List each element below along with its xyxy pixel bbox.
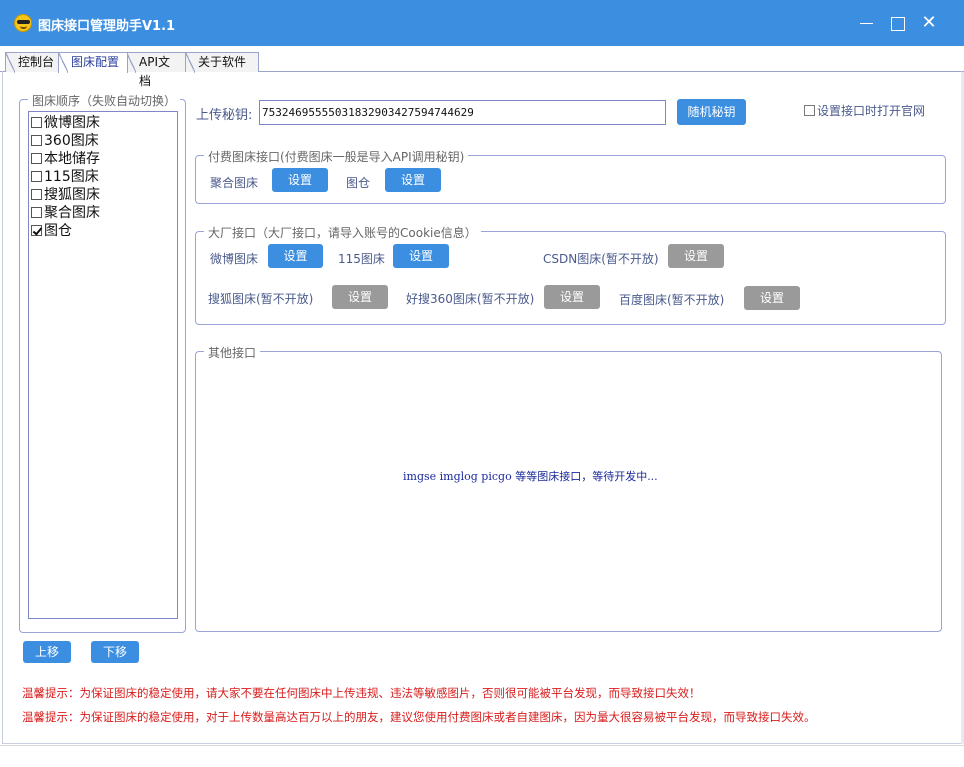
- window-title: 图床接口管理助手V1.1: [38, 19, 176, 34]
- checkbox[interactable]: [31, 207, 42, 218]
- checkbox[interactable]: [31, 135, 42, 146]
- warning-tip: 温馨提示：为保证图床的稳定使用，请大家不要在任何图床中上传违规、违法等敏感图片，…: [22, 686, 701, 700]
- app-sunglasses-icon: [14, 14, 32, 32]
- paid-item-label: 聚合图床: [210, 176, 259, 190]
- list-item[interactable]: 115图床: [31, 168, 99, 186]
- order-group-legend: 图床顺序（失败自动切换）: [28, 92, 181, 109]
- list-item[interactable]: 微博图床: [31, 114, 100, 132]
- move-up-button[interactable]: 上移: [23, 641, 71, 663]
- close-icon[interactable]: ✕: [918, 12, 940, 34]
- major-item-label: 百度图床(暂不开放): [619, 293, 725, 307]
- tab-api-docs[interactable]: API文档: [126, 52, 188, 88]
- minimize-icon[interactable]: [855, 12, 877, 34]
- checkbox[interactable]: [31, 189, 42, 200]
- major-item-label: 115图床: [338, 252, 385, 266]
- paid-item-label: 图仓: [346, 176, 371, 190]
- title-bar: 图床接口管理助手V1.1 ✕: [0, 0, 964, 46]
- other-group-legend: 其他接口: [204, 344, 261, 361]
- list-item[interactable]: 搜狐图床: [31, 186, 100, 204]
- csdn-settings-button[interactable]: 设置: [668, 244, 724, 268]
- major-item-label: CSDN图床(暂不开放): [543, 252, 659, 266]
- baidu-settings-button[interactable]: 设置: [744, 286, 800, 310]
- sohu-settings-button[interactable]: 设置: [332, 285, 388, 309]
- open-site-checkbox[interactable]: 设置接口时打开官网: [804, 102, 925, 119]
- other-interface-group: 其他接口: [195, 344, 942, 632]
- weibo-settings-button[interactable]: 设置: [268, 244, 323, 268]
- checkbox[interactable]: [31, 117, 42, 128]
- checkbox[interactable]: [31, 171, 42, 182]
- open-site-label: 设置接口时打开官网: [817, 104, 926, 118]
- major-item-label: 好搜360图床(暂不开放): [406, 292, 535, 306]
- major-item-label: 微博图床: [210, 252, 259, 266]
- maximize-icon[interactable]: [886, 12, 908, 34]
- warning-tip: 温馨提示：为保证图床的稳定使用，对于上传数量高达百万以上的朋友，建议您使用付费图…: [22, 710, 816, 724]
- major-group-legend: 大厂接口（大厂接口，请导入账号的Cookie信息）: [204, 224, 481, 241]
- list-item[interactable]: 图仓: [31, 222, 72, 240]
- tab-about[interactable]: 关于软件: [185, 52, 259, 73]
- upload-key-label: 上传秘钥:: [196, 108, 253, 123]
- checkbox[interactable]: [31, 153, 42, 164]
- tab-image-host-config[interactable]: 图床配置: [58, 52, 128, 73]
- list-item[interactable]: 聚合图床: [31, 204, 100, 222]
- juhe-settings-button[interactable]: 设置: [272, 168, 328, 192]
- list-item[interactable]: 360图床: [31, 132, 99, 150]
- major-item-label: 搜狐图床(暂不开放): [208, 292, 314, 306]
- random-key-button[interactable]: 随机秘钥: [677, 99, 746, 125]
- image-host-order-list[interactable]: 微博图床 360图床 本地储存 115图床 搜狐图床 聚合图床 图仓: [28, 111, 178, 619]
- paid-group-legend: 付费图床接口(付费图床一般是导入API调用秘钥): [204, 148, 469, 165]
- tab-console[interactable]: 控制台: [5, 52, 63, 73]
- move-down-button[interactable]: 下移: [91, 641, 139, 663]
- checkbox-checked[interactable]: [31, 225, 42, 236]
- status-bar: [0, 745, 964, 767]
- 115-settings-button[interactable]: 设置: [393, 244, 449, 268]
- haosou-settings-button[interactable]: 设置: [544, 285, 600, 309]
- list-item[interactable]: 本地储存: [31, 150, 100, 168]
- tucang-settings-button[interactable]: 设置: [385, 168, 441, 192]
- pending-message: imgse imglog picgo 等等图床接口，等待开发中...: [403, 470, 658, 483]
- checkbox[interactable]: [804, 105, 815, 116]
- upload-key-input[interactable]: 753246955550318329034275947446​29: [259, 100, 666, 125]
